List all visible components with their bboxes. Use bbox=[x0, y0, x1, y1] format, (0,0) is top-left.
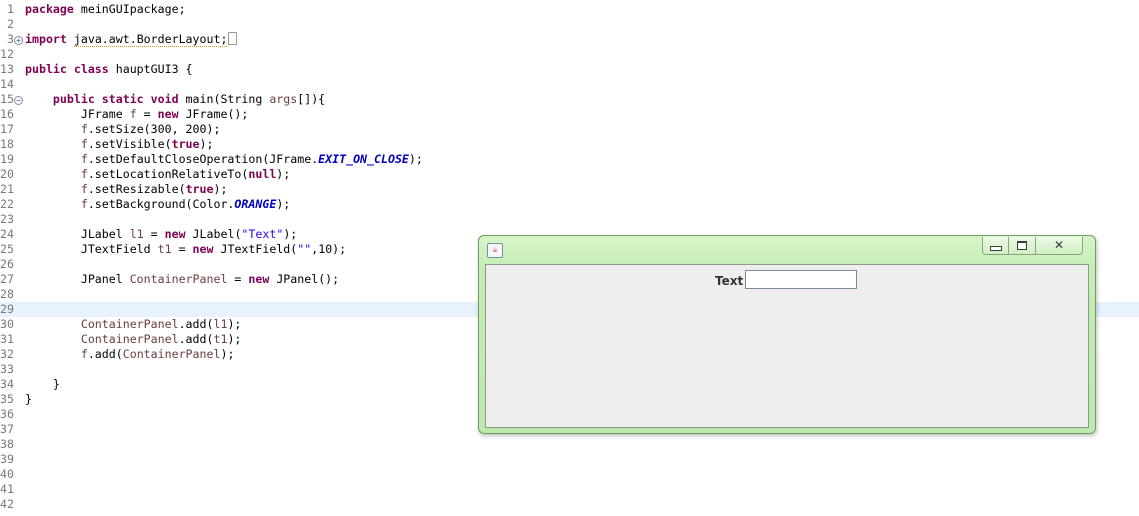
line-number: 39 bbox=[0, 452, 14, 466]
line-number: 30 bbox=[0, 317, 14, 331]
line-number: 21 bbox=[0, 182, 14, 196]
line-number: 13 bbox=[0, 62, 14, 76]
container-panel: Text bbox=[485, 264, 1089, 428]
code-line[interactable]: 42 bbox=[0, 497, 1139, 512]
code-text: f.setResizable(true); bbox=[80, 182, 228, 196]
line-number: 17 bbox=[0, 122, 14, 136]
code-line[interactable]: 15− public static void main(String args[… bbox=[0, 92, 1139, 107]
code-text: f.add(ContainerPanel); bbox=[80, 347, 235, 361]
line-number: 18 bbox=[0, 137, 14, 151]
code-text: package meinGUIpackage; bbox=[25, 2, 186, 16]
collapse-fold-icon[interactable]: − bbox=[14, 96, 23, 105]
code-text: ContainerPanel.add(l1); bbox=[80, 317, 242, 331]
code-text: JLabel l1 = new JLabel("Text"); bbox=[25, 227, 298, 241]
line-number: 23 bbox=[0, 212, 14, 226]
line-number: 42 bbox=[0, 497, 14, 511]
line-number: 35 bbox=[0, 392, 14, 406]
code-text: } bbox=[25, 392, 32, 406]
line-number: 38 bbox=[0, 437, 14, 451]
line-number: 36 bbox=[0, 407, 14, 421]
code-text: f.setLocationRelativeTo(null); bbox=[80, 167, 291, 181]
code-line[interactable]: 13 public class hauptGUI3 { bbox=[0, 62, 1139, 77]
code-line[interactable]: 16 JFrame f = new JFrame(); bbox=[0, 107, 1139, 122]
maximize-button[interactable] bbox=[1009, 237, 1036, 254]
code-line[interactable]: 38 bbox=[0, 437, 1139, 452]
line-number: 41 bbox=[0, 482, 14, 496]
code-text: } bbox=[25, 377, 60, 391]
text-field[interactable] bbox=[745, 270, 857, 289]
code-line[interactable]: 18 f.setVisible(true); bbox=[0, 137, 1139, 152]
code-text: f.setDefaultCloseOperation(JFrame.EXIT_O… bbox=[80, 152, 423, 166]
line-number: 32 bbox=[0, 347, 14, 361]
code-line[interactable]: 39 bbox=[0, 452, 1139, 467]
code-text: public static void main(String args[]){ bbox=[52, 92, 326, 106]
code-line[interactable]: 19 f.setDefaultCloseOperation(JFrame.EXI… bbox=[0, 152, 1139, 167]
line-number: 1 bbox=[7, 2, 14, 16]
line-number: 40 bbox=[0, 467, 14, 481]
line-number: 12 bbox=[0, 47, 14, 61]
minimize-icon bbox=[989, 246, 1002, 251]
line-number: 2 bbox=[7, 17, 14, 31]
code-text: public class hauptGUI3 { bbox=[25, 62, 193, 76]
code-text: f.setSize(300, 200); bbox=[80, 122, 221, 136]
code-text: ContainerPanel.add(t1); bbox=[80, 332, 242, 346]
line-number: 14 bbox=[0, 77, 14, 91]
code-text: import java.awt.BorderLayout; bbox=[25, 32, 238, 47]
collapsed-imports-icon[interactable] bbox=[228, 32, 238, 45]
line-number: 27 bbox=[0, 272, 14, 286]
code-line[interactable]: 3 + import java.awt.BorderLayout; bbox=[0, 32, 1139, 47]
line-number: 19 bbox=[0, 152, 14, 166]
text-label: Text bbox=[715, 274, 744, 288]
maximize-icon bbox=[1017, 241, 1027, 250]
code-line[interactable]: 2 bbox=[0, 17, 1139, 32]
minimize-button[interactable] bbox=[983, 237, 1009, 254]
code-line[interactable]: 17 f.setSize(300, 200); bbox=[0, 122, 1139, 137]
code-line[interactable]: 1 package meinGUIpackage; bbox=[0, 2, 1139, 17]
code-line[interactable]: 23 bbox=[0, 212, 1139, 227]
code-line[interactable]: 12 bbox=[0, 47, 1139, 62]
line-number: 25 bbox=[0, 242, 14, 256]
code-text: JFrame f = new JFrame(); bbox=[25, 107, 249, 121]
line-number: 29 bbox=[0, 302, 14, 316]
line-number: 24 bbox=[0, 227, 14, 241]
close-icon: ✕ bbox=[1053, 238, 1065, 252]
code-text: f.setVisible(true); bbox=[80, 137, 214, 151]
line-number: 3 bbox=[7, 32, 14, 46]
expand-fold-icon[interactable]: + bbox=[14, 36, 23, 45]
code-line[interactable]: 14 bbox=[0, 77, 1139, 92]
code-text: JPanel ContainerPanel = new JPanel(); bbox=[25, 272, 340, 286]
code-text: JTextField t1 = new JTextField("",10); bbox=[25, 242, 347, 256]
code-line[interactable]: 20 f.setLocationRelativeTo(null); bbox=[0, 167, 1139, 182]
close-button[interactable]: ✕ bbox=[1036, 237, 1082, 254]
line-number: 28 bbox=[0, 287, 14, 301]
line-number: 37 bbox=[0, 422, 14, 436]
window-caption-buttons: ✕ bbox=[982, 237, 1083, 255]
java-cup-icon[interactable]: ☕ bbox=[487, 243, 503, 258]
code-text: f.setBackground(Color.ORANGE); bbox=[80, 197, 291, 211]
line-number: 22 bbox=[0, 197, 14, 211]
code-line[interactable]: 40 bbox=[0, 467, 1139, 482]
code-line[interactable]: 41 bbox=[0, 482, 1139, 497]
line-number: 20 bbox=[0, 167, 14, 181]
line-number: 34 bbox=[0, 377, 14, 391]
line-number: 15 bbox=[0, 92, 14, 106]
code-line[interactable]: 21 f.setResizable(true); bbox=[0, 182, 1139, 197]
line-number: 16 bbox=[0, 107, 14, 121]
code-line[interactable]: 22 f.setBackground(Color.ORANGE); bbox=[0, 197, 1139, 212]
line-number: 33 bbox=[0, 362, 14, 376]
line-number: 26 bbox=[0, 257, 14, 271]
line-number: 31 bbox=[0, 332, 14, 346]
jframe-window[interactable]: ☕ ✕ Text bbox=[478, 235, 1096, 434]
